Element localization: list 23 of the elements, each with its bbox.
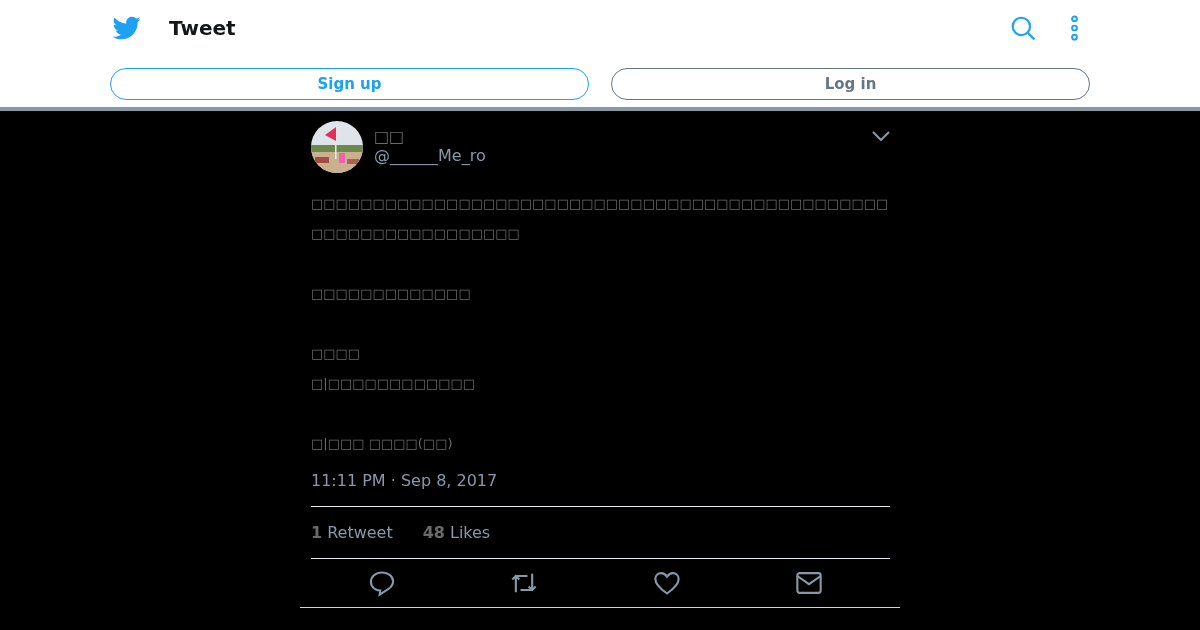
chevron-down-icon[interactable] [872,131,890,141]
search-icon[interactable] [1010,15,1036,41]
bird-logo-icon [113,14,141,42]
tweet-text-line: □□□□□□□□□□□□□□□□□ [311,225,520,243]
mail-icon[interactable] [794,569,823,597]
tweet-text-line: □□□□ [311,345,361,363]
more-menu-icon[interactable] [1070,15,1079,41]
stat-count: 1 [311,523,323,542]
auth-button[interactable]: Sign up [110,68,589,100]
display-name: □□ [374,127,406,146]
auth-button[interactable]: Log in [611,68,1090,100]
reply-icon[interactable] [368,569,397,597]
stat-label: Retweet [327,523,393,542]
heart-icon[interactable] [652,569,681,597]
tweet-text-line: □|□□□□□□□□□□□□ [311,375,476,393]
tweet-text-line: □|□□□ □□□□(□□) [311,435,453,453]
stat-label: Likes [449,523,491,542]
tweet-text-line: □□□□□□□□□□□□□ [311,285,471,303]
user-handle: @______Me_ro [374,146,486,165]
page-title: Tweet [169,16,236,40]
tweet-text-line: □□□□□□□□□□□□□□□□□□□□□□□□□□□□□□□□□□□□□□□□□□□□□□□ [311,195,889,213]
timestamp: 11:11 PM · Sep 8, 2017 [311,471,890,507]
stat-count: 48 [422,523,445,542]
